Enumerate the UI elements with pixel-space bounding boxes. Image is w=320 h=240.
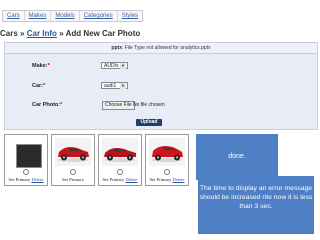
photo-thumbnails: Set Primary Delete Set Primary Set Prima… xyxy=(4,134,189,186)
car-select[interactable]: audi1 ▼ xyxy=(101,82,128,89)
annotation-done: done. xyxy=(196,134,278,180)
delete-link[interactable]: Delete xyxy=(125,177,137,182)
set-primary-label: Set Primary xyxy=(8,177,31,182)
thumbnail-card: Set Primary xyxy=(51,134,95,186)
error-message: pptx: File Type not allowed for analytic… xyxy=(5,43,317,54)
thumbnail-actions: Set Primary Delete xyxy=(146,177,188,182)
set-primary-label: Set Primary xyxy=(149,177,172,182)
thumbnail-card: Set Primary Delete xyxy=(98,134,142,186)
car-photo xyxy=(102,138,138,166)
page-title: Cars » Car Info » Add New Car Photo xyxy=(0,29,140,38)
set-primary-label: Set Primary xyxy=(102,177,125,182)
make-label: Make:* xyxy=(32,63,50,69)
car-select-value: audi1 xyxy=(104,83,117,89)
top-nav: Cars Makes Models Categories Styles xyxy=(2,10,144,22)
breadcrumb-root: Cars xyxy=(0,29,18,38)
car-photo xyxy=(149,138,185,166)
file-status: No file chosen xyxy=(133,102,165,108)
chevron-down-icon: ▼ xyxy=(120,83,126,89)
nav-categories[interactable]: Categories xyxy=(80,11,118,21)
upload-button[interactable]: Upload xyxy=(136,119,162,126)
breadcrumb-separator-2: » xyxy=(59,29,64,38)
primary-radio[interactable] xyxy=(117,169,123,175)
thumbnail-card: Set Primary Delete xyxy=(145,134,189,186)
nav-models[interactable]: Models xyxy=(51,11,80,21)
breadcrumb-current: Add New Car Photo xyxy=(65,29,141,38)
red-car-image xyxy=(104,148,136,162)
nav-cars[interactable]: Cars xyxy=(3,11,25,21)
primary-radio[interactable] xyxy=(164,169,170,175)
red-car-image xyxy=(58,147,89,162)
photo-form: pptx: File Type not allowed for analytic… xyxy=(4,42,318,130)
nav-styles[interactable]: Styles xyxy=(118,11,142,21)
make-select-value: AUDIs xyxy=(104,63,119,69)
thumbnail-actions: Set Primary Delete xyxy=(5,177,47,182)
set-primary-label: Set Primary xyxy=(62,177,84,182)
chevron-down-icon: ▼ xyxy=(120,63,126,69)
delete-link[interactable]: Delete xyxy=(31,177,43,182)
car-photo-label: Car Photo:* xyxy=(32,102,63,108)
thumbnail-actions: Set Primary Delete xyxy=(99,177,141,182)
red-car-image xyxy=(152,146,183,162)
broken-image-icon xyxy=(16,144,42,168)
nav-makes[interactable]: Makes xyxy=(25,11,52,21)
car-photo xyxy=(55,138,91,166)
thumbnail-card: Set Primary Delete xyxy=(4,134,48,186)
delete-link[interactable]: Delete xyxy=(172,177,184,182)
error-text: : File Type not allowed for analytics.pp… xyxy=(121,45,211,51)
thumbnail-actions: Set Primary xyxy=(52,177,94,182)
annotation-error-timing: The time to display an error message sho… xyxy=(198,176,314,234)
car-photo xyxy=(8,138,44,168)
make-select[interactable]: AUDIs ▼ xyxy=(101,62,128,69)
breadcrumb-link-car-info[interactable]: Car Info xyxy=(27,29,57,38)
car-label: Car:* xyxy=(32,83,46,89)
choose-file-button[interactable]: Choose File xyxy=(102,101,135,110)
primary-radio[interactable] xyxy=(23,169,29,175)
error-filename: pptx xyxy=(111,45,122,51)
primary-radio[interactable] xyxy=(70,169,76,175)
breadcrumb-separator: » xyxy=(20,29,25,38)
